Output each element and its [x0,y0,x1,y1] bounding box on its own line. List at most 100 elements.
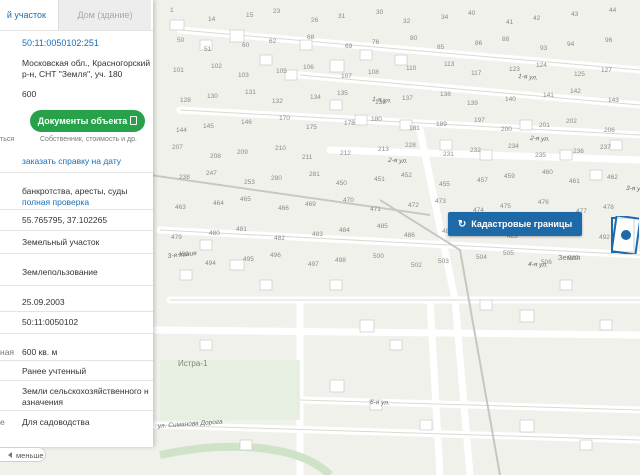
plot-number: 143 [608,97,619,104]
collapse-panel-button[interactable]: меньше [0,447,46,462]
plot-number: 237 [600,144,611,151]
plot-number: 461 [569,178,580,185]
plot-number: 123 [509,66,520,73]
plot-number: 459 [504,173,515,180]
plot-number: 113 [444,61,455,68]
divider [0,360,153,361]
plot-number: 101 [173,67,184,74]
plot-number: 210 [275,145,286,152]
street-label: 3-я ул. [626,185,640,193]
documents-button[interactable]: Документы объекта [30,110,145,132]
plot-number: 496 [270,252,281,259]
order-certificate-link[interactable]: заказать справку на дату [22,156,121,166]
selected-plot-marker[interactable] [613,216,639,254]
tab-house[interactable]: Дом (здание) [58,0,151,30]
collapse-label: меньше [16,451,44,460]
divider [0,311,153,312]
plot-number: 132 [272,98,283,105]
status-value: Ранее учтенный [22,366,87,376]
coordinates-value: 55.765795, 37.102265 [22,215,108,225]
plot-number: 26 [311,17,319,24]
plot-number: 502 [411,262,422,269]
plot-number: 105 [276,68,287,75]
plot-number: 138 [440,91,451,98]
divider [0,253,153,254]
plot-number: 470 [343,197,354,204]
plot-number: 492 [599,234,610,241]
plot-number: 175 [306,124,317,131]
plot-number: 14 [208,16,216,23]
documents-button-label: Документы объекта [37,116,128,126]
plot-number: 93 [540,45,548,52]
cadastral-number-link[interactable]: 50:11:0050102:251 [22,38,99,48]
plot-number: 213 [378,146,389,153]
plot-number: 473 [435,198,446,205]
plot-number: 146 [241,119,252,126]
plot-number: 170 [279,115,290,122]
plot-number: 228 [405,142,416,149]
plot-number: 471 [370,206,381,213]
plot-number: 478 [603,204,614,211]
plot-number: 43 [571,11,579,18]
plot-number: 137 [402,95,413,102]
plot-number: 462 [607,174,618,181]
plot-number: 60 [242,42,250,49]
plot-number: 76 [372,39,380,46]
plot-number: 201 [539,122,550,129]
plot-number: 484 [339,227,350,234]
plot-number: 465 [240,196,251,203]
address-line-2: р-н, СНТ "Земля", уч. 180 [22,69,123,79]
plot-number: 142 [570,88,581,95]
plot-number: 178 [344,120,355,127]
street-label: 2-я ул. [387,157,408,165]
area-value: 600 [22,89,37,99]
plot-number: 253 [244,179,255,186]
plot-number: 500 [373,253,384,260]
plot-number: 94 [567,41,575,48]
plot-number: 452 [401,172,412,179]
divider [0,285,153,286]
plot-number: 476 [538,199,549,206]
plot-number: 498 [335,257,346,264]
plot-number: 107 [341,73,352,80]
documents-caption: Собственник, стоимость и др. [40,136,137,143]
plot-number: 480 [209,230,220,237]
plot-number: 124 [536,62,547,69]
plot-number: 135 [337,90,348,97]
cadastral-boundaries-label: Кадастровые границы [471,219,573,229]
plot-number: 130 [207,93,218,100]
divider [0,333,153,334]
plot-number: 486 [404,232,415,239]
plot-number: 505 [503,250,514,257]
plot-number: 40 [468,10,476,17]
divider [0,410,153,411]
plot-number: 281 [309,171,320,178]
plot-number: 102 [211,63,222,70]
plot-number: 139 [467,100,478,107]
plot-number: 460 [542,169,553,176]
plot-number: 463 [175,204,186,211]
object-info-panel: й участок Дом (здание) 50:11:0050102:251… [0,0,153,447]
quarter-value: 50:11:0050102 [22,317,79,327]
plot-number: 247 [206,170,217,177]
plot-number: 85 [437,44,445,51]
street-label: 4-я ул. [528,261,548,269]
plot-number: 497 [308,261,319,268]
plot-number: 197 [474,117,485,124]
plot-number: 127 [601,67,612,74]
full-check-link[interactable]: полная проверка [22,197,89,207]
plot-number: 86 [475,40,483,47]
locality-label: Истра-1 [178,359,208,368]
plot-number: 208 [210,153,221,160]
cadastral-boundaries-button[interactable]: ↻ Кадастровые границы [448,212,582,236]
plot-number: 475 [500,203,511,210]
plot-number: 482 [274,235,285,242]
tab-land-plot[interactable]: й участок [0,0,52,30]
date-value: 25.09.2003 [22,297,65,307]
plot-number: 207 [172,144,183,151]
plot-number: 180 [371,116,382,123]
plot-number: 231 [443,151,454,158]
plot-number: 134 [310,94,321,101]
plot-number: 504 [476,254,487,261]
bankruptcy-text: банкротства, аресты, суды [22,186,128,196]
